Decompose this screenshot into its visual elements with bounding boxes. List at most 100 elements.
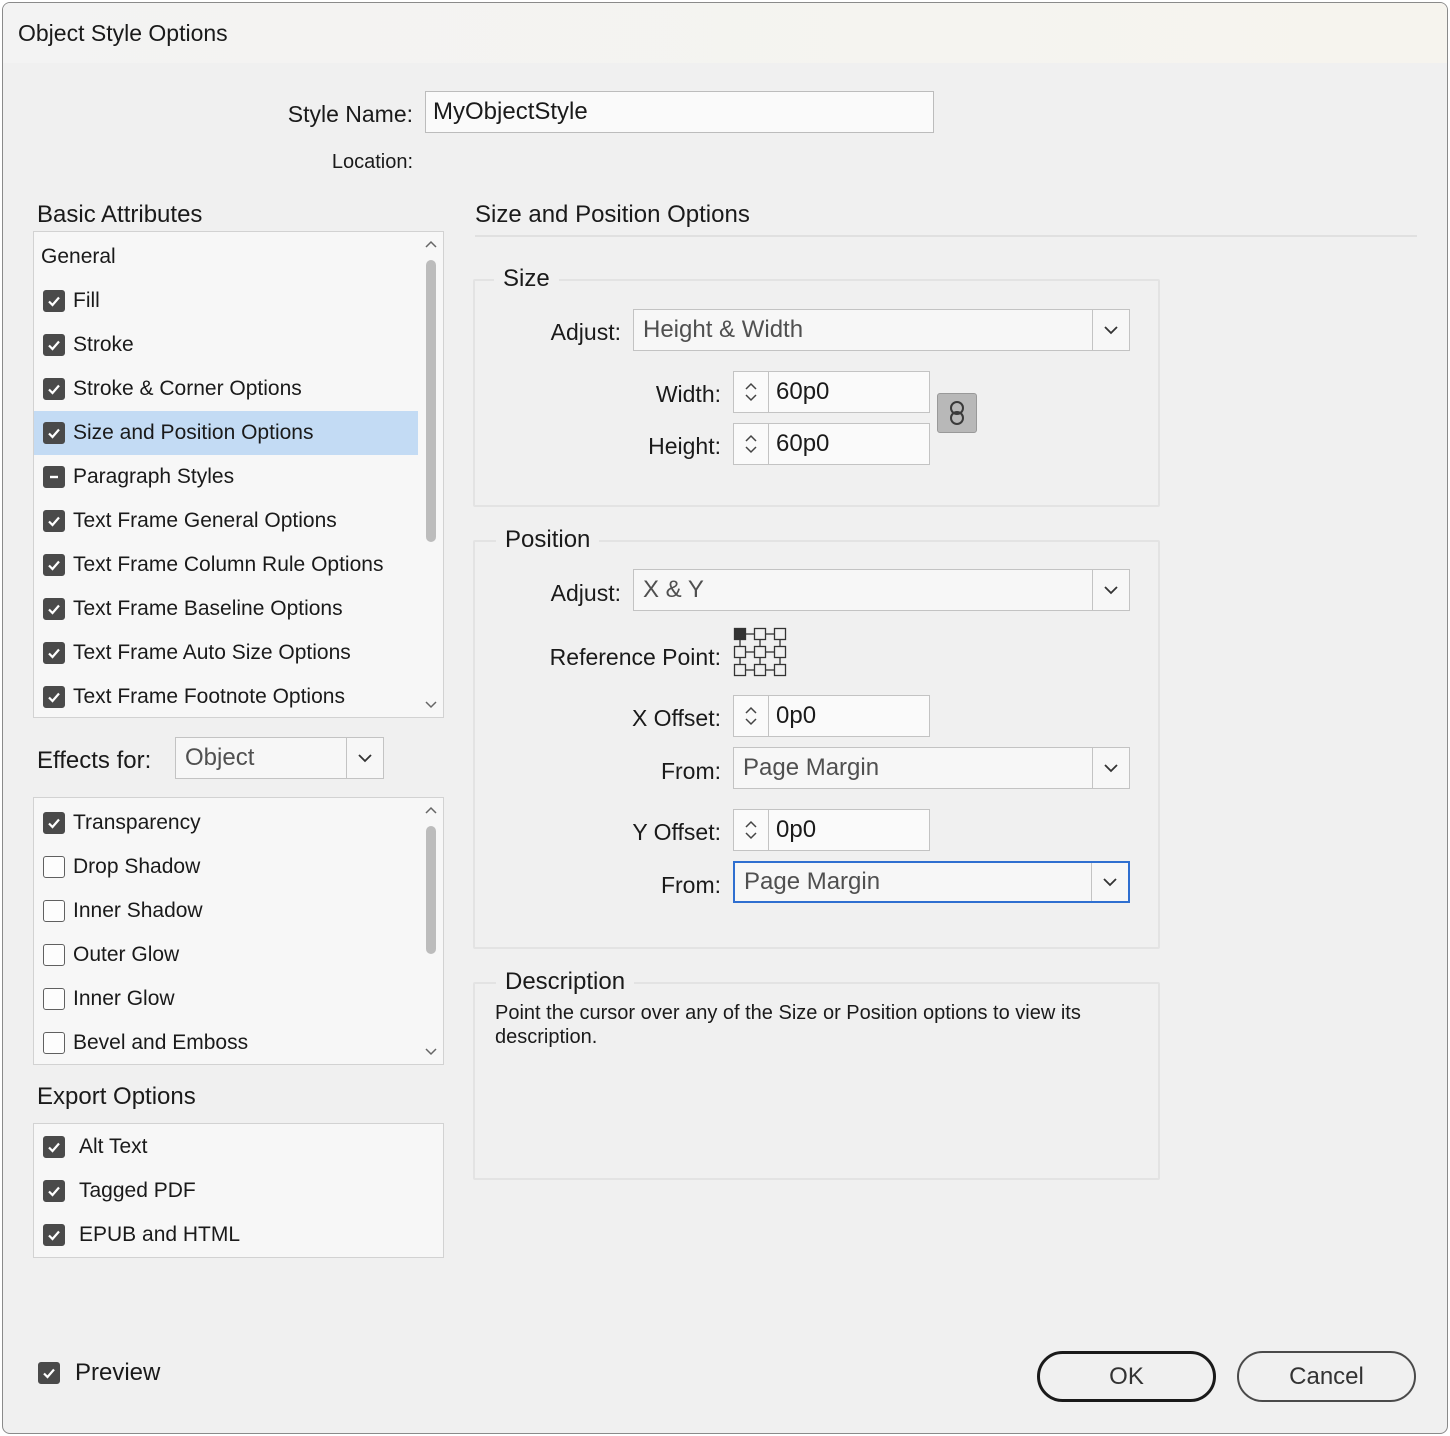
scroll-thumb[interactable] bbox=[426, 260, 436, 542]
x-offset-value: 0p0 bbox=[776, 702, 817, 729]
y-from-label: From: bbox=[660, 872, 721, 898]
effect-item-label: Drop Shadow bbox=[73, 855, 201, 878]
style-name-input[interactable]: MyObjectStyle bbox=[425, 91, 934, 133]
basic-attribute-item[interactable]: Text Frame General Options bbox=[34, 499, 418, 543]
size-adjust-value: Height & Width bbox=[643, 316, 804, 343]
checkbox-checked-icon[interactable] bbox=[43, 554, 65, 576]
basic-attribute-item[interactable]: Stroke bbox=[34, 323, 418, 367]
basic-attribute-item-label: Fill bbox=[73, 289, 100, 312]
scroll-up-icon[interactable] bbox=[424, 238, 438, 252]
cancel-button[interactable]: Cancel bbox=[1237, 1351, 1416, 1402]
scroll-up-icon[interactable] bbox=[424, 804, 438, 818]
stepper-arrows-icon[interactable] bbox=[734, 696, 769, 736]
preview-checkbox[interactable]: Preview bbox=[29, 1359, 160, 1387]
basic-attributes-scrollbar[interactable] bbox=[421, 234, 441, 715]
basic-attribute-item[interactable]: Fill bbox=[34, 279, 418, 323]
effect-item-label: Inner Glow bbox=[73, 987, 175, 1010]
x-from-value: Page Margin bbox=[743, 754, 880, 781]
effect-item-label: Inner Shadow bbox=[73, 899, 203, 922]
effect-item[interactable]: Bevel and Emboss bbox=[34, 1021, 418, 1065]
width-value: 60p0 bbox=[776, 378, 830, 405]
style-name-value: MyObjectStyle bbox=[433, 98, 588, 125]
export-option-item[interactable]: Alt Text bbox=[34, 1125, 418, 1169]
basic-attribute-item-label: Text Frame Auto Size Options bbox=[73, 641, 351, 664]
chevron-down-icon[interactable] bbox=[1092, 570, 1129, 610]
size-adjust-label: Adjust: bbox=[550, 319, 621, 345]
export-options-list[interactable]: Alt Text Tagged PDF EPUB and HTML bbox=[33, 1123, 444, 1258]
basic-attribute-item[interactable]: Text Frame Baseline Options bbox=[34, 587, 418, 631]
effect-item[interactable]: Transparency bbox=[34, 801, 418, 845]
preview-label: Preview bbox=[75, 1359, 161, 1386]
checkbox-unchecked-icon[interactable] bbox=[43, 900, 65, 922]
height-value: 60p0 bbox=[776, 430, 830, 457]
size-adjust-dropdown[interactable]: Height & Width bbox=[633, 309, 1130, 351]
chain-link-icon[interactable] bbox=[937, 393, 977, 433]
checkbox-mixed-icon[interactable] bbox=[43, 466, 65, 488]
checkbox-checked-icon[interactable] bbox=[43, 378, 65, 400]
basic-attribute-item[interactable]: Text Frame Footnote Options bbox=[34, 675, 418, 719]
checkbox-unchecked-icon[interactable] bbox=[43, 988, 65, 1010]
basic-attribute-item[interactable]: Paragraph Styles bbox=[34, 455, 418, 499]
export-option-item[interactable]: EPUB and HTML bbox=[34, 1213, 418, 1257]
x-offset-label: X Offset: bbox=[631, 705, 721, 731]
basic-attribute-item-label: Text Frame Footnote Options bbox=[73, 685, 345, 708]
basic-attributes-list[interactable]: General Fill Stroke Stroke & Corner Options… bbox=[33, 231, 444, 718]
checkbox-checked-icon[interactable] bbox=[43, 510, 65, 532]
basic-attribute-item[interactable]: Size and Position Options bbox=[34, 411, 418, 455]
checkbox-unchecked-icon[interactable] bbox=[43, 856, 65, 878]
scroll-thumb[interactable] bbox=[426, 826, 436, 954]
effect-item[interactable]: Inner Shadow bbox=[34, 889, 418, 933]
basic-attribute-item[interactable]: Text Frame Column Rule Options bbox=[34, 543, 418, 587]
ok-label: OK bbox=[1109, 1362, 1144, 1390]
width-stepper[interactable]: 60p0 bbox=[733, 371, 930, 413]
stepper-arrows-icon[interactable] bbox=[734, 372, 769, 412]
checkbox-unchecked-icon[interactable] bbox=[43, 1032, 65, 1054]
chevron-down-icon[interactable] bbox=[1092, 748, 1129, 788]
stepper-arrows-icon[interactable] bbox=[734, 810, 769, 850]
position-adjust-dropdown[interactable]: X & Y bbox=[633, 569, 1130, 611]
checkbox-checked-icon[interactable] bbox=[43, 1136, 65, 1158]
window-title: Object Style Options bbox=[18, 20, 228, 46]
reference-point-grid-icon[interactable] bbox=[733, 627, 787, 681]
ok-button[interactable]: OK bbox=[1037, 1351, 1216, 1402]
y-from-dropdown[interactable]: Page Margin bbox=[733, 861, 1130, 903]
export-option-item-label: Alt Text bbox=[79, 1135, 148, 1158]
chevron-down-icon[interactable] bbox=[346, 738, 383, 778]
basic-attribute-item[interactable]: General bbox=[34, 235, 418, 279]
chevron-down-icon[interactable] bbox=[1092, 310, 1129, 350]
effects-for-dropdown[interactable]: Object bbox=[175, 737, 384, 779]
checkbox-checked-icon[interactable] bbox=[43, 290, 65, 312]
effect-item[interactable]: Outer Glow bbox=[34, 933, 418, 977]
basic-attribute-item[interactable]: Text Frame Auto Size Options bbox=[34, 631, 418, 675]
y-offset-label: Y Offset: bbox=[632, 819, 721, 845]
checkbox-checked-icon[interactable] bbox=[43, 1224, 65, 1246]
stepper-arrows-icon[interactable] bbox=[734, 424, 769, 464]
position-adjust-label: Adjust: bbox=[550, 580, 621, 606]
height-stepper[interactable]: 60p0 bbox=[733, 423, 930, 465]
checkbox-checked-icon[interactable] bbox=[43, 422, 65, 444]
basic-attribute-item-label: Text Frame Column Rule Options bbox=[73, 553, 384, 576]
title-bar[interactable]: Object Style Options bbox=[3, 3, 1447, 63]
scroll-down-icon[interactable] bbox=[424, 697, 438, 711]
checkbox-checked-icon[interactable] bbox=[43, 686, 65, 708]
effect-item[interactable]: Inner Glow bbox=[34, 977, 418, 1021]
export-options-heading: Export Options bbox=[37, 1083, 196, 1110]
scroll-down-icon[interactable] bbox=[424, 1044, 438, 1058]
x-from-dropdown[interactable]: Page Margin bbox=[733, 747, 1130, 789]
basic-attribute-item[interactable]: Stroke & Corner Options bbox=[34, 367, 418, 411]
checkbox-checked-icon[interactable] bbox=[43, 1180, 65, 1202]
x-offset-stepper[interactable]: 0p0 bbox=[733, 695, 930, 737]
effect-item[interactable]: Drop Shadow bbox=[34, 845, 418, 889]
y-offset-stepper[interactable]: 0p0 bbox=[733, 809, 930, 851]
checkbox-checked-icon[interactable] bbox=[43, 598, 65, 620]
chevron-down-icon[interactable] bbox=[1091, 863, 1128, 901]
export-option-item[interactable]: Tagged PDF bbox=[34, 1169, 418, 1213]
effects-scrollbar[interactable] bbox=[421, 800, 441, 1062]
effects-list[interactable]: Transparency Drop Shadow Inner Shadow Outer… bbox=[33, 797, 444, 1065]
checkbox-checked-icon[interactable] bbox=[43, 642, 65, 664]
checkbox-unchecked-icon[interactable] bbox=[43, 944, 65, 966]
checkbox-checked-icon[interactable] bbox=[43, 334, 65, 356]
effects-for-label: Effects for: bbox=[37, 747, 152, 774]
checkbox-checked-icon[interactable] bbox=[38, 1362, 60, 1384]
checkbox-checked-icon[interactable] bbox=[43, 812, 65, 834]
